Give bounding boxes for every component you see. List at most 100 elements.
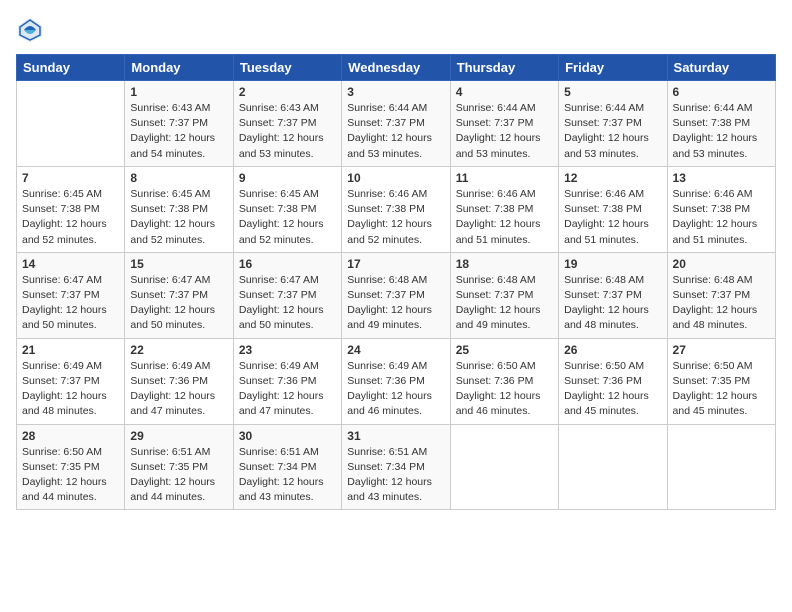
sun-info: Sunrise: 6:51 AMSunset: 7:35 PMDaylight:… bbox=[130, 445, 227, 506]
header-row: SundayMondayTuesdayWednesdayThursdayFrid… bbox=[17, 55, 776, 81]
day-number: 14 bbox=[22, 257, 119, 271]
calendar-cell: 23 Sunrise: 6:49 AMSunset: 7:36 PMDayligh… bbox=[233, 338, 341, 424]
sun-info: Sunrise: 6:49 AMSunset: 7:36 PMDaylight:… bbox=[347, 359, 444, 420]
day-number: 15 bbox=[130, 257, 227, 271]
sun-info: Sunrise: 6:51 AMSunset: 7:34 PMDaylight:… bbox=[347, 445, 444, 506]
day-number: 17 bbox=[347, 257, 444, 271]
calendar-cell: 12 Sunrise: 6:46 AMSunset: 7:38 PMDayligh… bbox=[559, 166, 667, 252]
sun-info: Sunrise: 6:44 AMSunset: 7:37 PMDaylight:… bbox=[347, 101, 444, 162]
calendar-cell: 5 Sunrise: 6:44 AMSunset: 7:37 PMDaylight… bbox=[559, 81, 667, 167]
sun-info: Sunrise: 6:45 AMSunset: 7:38 PMDaylight:… bbox=[130, 187, 227, 248]
calendar-week-5: 28Sunrise: 6:50 AMSunset: 7:35 PMDayligh… bbox=[17, 424, 776, 510]
sun-info: Sunrise: 6:45 AMSunset: 7:38 PMDaylight:… bbox=[22, 187, 119, 248]
sun-info: Sunrise: 6:43 AMSunset: 7:37 PMDaylight:… bbox=[239, 101, 336, 162]
calendar-table: SundayMondayTuesdayWednesdayThursdayFrid… bbox=[16, 54, 776, 510]
sun-info: Sunrise: 6:44 AMSunset: 7:37 PMDaylight:… bbox=[564, 101, 661, 162]
calendar-cell bbox=[450, 424, 558, 510]
calendar-cell: 28Sunrise: 6:50 AMSunset: 7:35 PMDayligh… bbox=[17, 424, 125, 510]
logo-icon bbox=[16, 16, 44, 44]
calendar-week-3: 14 Sunrise: 6:47 AMSunset: 7:37 PMDayligh… bbox=[17, 252, 776, 338]
calendar-cell: 8 Sunrise: 6:45 AMSunset: 7:38 PMDaylight… bbox=[125, 166, 233, 252]
calendar-cell: 18 Sunrise: 6:48 AMSunset: 7:37 PMDayligh… bbox=[450, 252, 558, 338]
sun-info: Sunrise: 6:48 AMSunset: 7:37 PMDaylight:… bbox=[347, 273, 444, 334]
calendar-cell: 27Sunrise: 6:50 AMSunset: 7:35 PMDayligh… bbox=[667, 338, 775, 424]
logo bbox=[16, 16, 48, 44]
calendar-cell: 29 Sunrise: 6:51 AMSunset: 7:35 PMDayligh… bbox=[125, 424, 233, 510]
sun-info: Sunrise: 6:51 AMSunset: 7:34 PMDaylight:… bbox=[239, 445, 336, 506]
calendar-cell: 1 Sunrise: 6:43 AMSunset: 7:37 PMDaylight… bbox=[125, 81, 233, 167]
sun-info: Sunrise: 6:50 AMSunset: 7:36 PMDaylight:… bbox=[456, 359, 553, 420]
sun-info: Sunrise: 6:48 AMSunset: 7:37 PMDaylight:… bbox=[673, 273, 770, 334]
sun-info: Sunrise: 6:44 AMSunset: 7:38 PMDaylight:… bbox=[673, 101, 770, 162]
calendar-cell bbox=[17, 81, 125, 167]
calendar-week-1: 1 Sunrise: 6:43 AMSunset: 7:37 PMDaylight… bbox=[17, 81, 776, 167]
calendar-week-2: 7 Sunrise: 6:45 AMSunset: 7:38 PMDaylight… bbox=[17, 166, 776, 252]
day-number: 4 bbox=[456, 85, 553, 99]
calendar-cell: 17 Sunrise: 6:48 AMSunset: 7:37 PMDayligh… bbox=[342, 252, 450, 338]
day-number: 19 bbox=[564, 257, 661, 271]
calendar-cell: 22 Sunrise: 6:49 AMSunset: 7:36 PMDayligh… bbox=[125, 338, 233, 424]
col-header-tuesday: Tuesday bbox=[233, 55, 341, 81]
day-number: 12 bbox=[564, 171, 661, 185]
calendar-cell: 16 Sunrise: 6:47 AMSunset: 7:37 PMDayligh… bbox=[233, 252, 341, 338]
calendar-week-4: 21Sunrise: 6:49 AMSunset: 7:37 PMDayligh… bbox=[17, 338, 776, 424]
calendar-cell: 19 Sunrise: 6:48 AMSunset: 7:37 PMDayligh… bbox=[559, 252, 667, 338]
day-number: 7 bbox=[22, 171, 119, 185]
sun-info: Sunrise: 6:45 AMSunset: 7:38 PMDaylight:… bbox=[239, 187, 336, 248]
day-number: 23 bbox=[239, 343, 336, 357]
calendar-cell bbox=[667, 424, 775, 510]
day-number: 10 bbox=[347, 171, 444, 185]
day-number: 6 bbox=[673, 85, 770, 99]
day-number: 2 bbox=[239, 85, 336, 99]
calendar-cell bbox=[559, 424, 667, 510]
col-header-friday: Friday bbox=[559, 55, 667, 81]
day-number: 21 bbox=[22, 343, 119, 357]
day-number: 1 bbox=[130, 85, 227, 99]
calendar-cell: 7 Sunrise: 6:45 AMSunset: 7:38 PMDaylight… bbox=[17, 166, 125, 252]
day-number: 13 bbox=[673, 171, 770, 185]
calendar-cell: 4 Sunrise: 6:44 AMSunset: 7:37 PMDaylight… bbox=[450, 81, 558, 167]
calendar-cell: 14 Sunrise: 6:47 AMSunset: 7:37 PMDayligh… bbox=[17, 252, 125, 338]
sun-info: Sunrise: 6:50 AMSunset: 7:36 PMDaylight:… bbox=[564, 359, 661, 420]
day-number: 16 bbox=[239, 257, 336, 271]
calendar-cell: 9 Sunrise: 6:45 AMSunset: 7:38 PMDaylight… bbox=[233, 166, 341, 252]
day-number: 29 bbox=[130, 429, 227, 443]
col-header-saturday: Saturday bbox=[667, 55, 775, 81]
col-header-thursday: Thursday bbox=[450, 55, 558, 81]
day-number: 20 bbox=[673, 257, 770, 271]
calendar-cell: 25 Sunrise: 6:50 AMSunset: 7:36 PMDayligh… bbox=[450, 338, 558, 424]
day-number: 25 bbox=[456, 343, 553, 357]
sun-info: Sunrise: 6:46 AMSunset: 7:38 PMDaylight:… bbox=[673, 187, 770, 248]
sun-info: Sunrise: 6:49 AMSunset: 7:36 PMDaylight:… bbox=[130, 359, 227, 420]
sun-info: Sunrise: 6:47 AMSunset: 7:37 PMDaylight:… bbox=[130, 273, 227, 334]
sun-info: Sunrise: 6:44 AMSunset: 7:37 PMDaylight:… bbox=[456, 101, 553, 162]
day-number: 5 bbox=[564, 85, 661, 99]
calendar-cell: 3 Sunrise: 6:44 AMSunset: 7:37 PMDaylight… bbox=[342, 81, 450, 167]
day-number: 31 bbox=[347, 429, 444, 443]
sun-info: Sunrise: 6:49 AMSunset: 7:36 PMDaylight:… bbox=[239, 359, 336, 420]
sun-info: Sunrise: 6:43 AMSunset: 7:37 PMDaylight:… bbox=[130, 101, 227, 162]
sun-info: Sunrise: 6:46 AMSunset: 7:38 PMDaylight:… bbox=[564, 187, 661, 248]
page-header bbox=[16, 16, 776, 44]
calendar-cell: 6 Sunrise: 6:44 AMSunset: 7:38 PMDaylight… bbox=[667, 81, 775, 167]
calendar-cell: 30Sunrise: 6:51 AMSunset: 7:34 PMDayligh… bbox=[233, 424, 341, 510]
calendar-cell: 26 Sunrise: 6:50 AMSunset: 7:36 PMDayligh… bbox=[559, 338, 667, 424]
day-number: 24 bbox=[347, 343, 444, 357]
calendar-cell: 20 Sunrise: 6:48 AMSunset: 7:37 PMDayligh… bbox=[667, 252, 775, 338]
calendar-cell: 10Sunrise: 6:46 AMSunset: 7:38 PMDayligh… bbox=[342, 166, 450, 252]
sun-info: Sunrise: 6:47 AMSunset: 7:37 PMDaylight:… bbox=[239, 273, 336, 334]
sun-info: Sunrise: 6:48 AMSunset: 7:37 PMDaylight:… bbox=[564, 273, 661, 334]
day-number: 26 bbox=[564, 343, 661, 357]
day-number: 8 bbox=[130, 171, 227, 185]
calendar-cell: 21Sunrise: 6:49 AMSunset: 7:37 PMDayligh… bbox=[17, 338, 125, 424]
day-number: 9 bbox=[239, 171, 336, 185]
calendar-cell: 15 Sunrise: 6:47 AMSunset: 7:37 PMDayligh… bbox=[125, 252, 233, 338]
col-header-wednesday: Wednesday bbox=[342, 55, 450, 81]
day-number: 3 bbox=[347, 85, 444, 99]
sun-info: Sunrise: 6:47 AMSunset: 7:37 PMDaylight:… bbox=[22, 273, 119, 334]
calendar-cell: 31 Sunrise: 6:51 AMSunset: 7:34 PMDayligh… bbox=[342, 424, 450, 510]
sun-info: Sunrise: 6:50 AMSunset: 7:35 PMDaylight:… bbox=[22, 445, 119, 506]
day-number: 22 bbox=[130, 343, 227, 357]
sun-info: Sunrise: 6:48 AMSunset: 7:37 PMDaylight:… bbox=[456, 273, 553, 334]
day-number: 18 bbox=[456, 257, 553, 271]
